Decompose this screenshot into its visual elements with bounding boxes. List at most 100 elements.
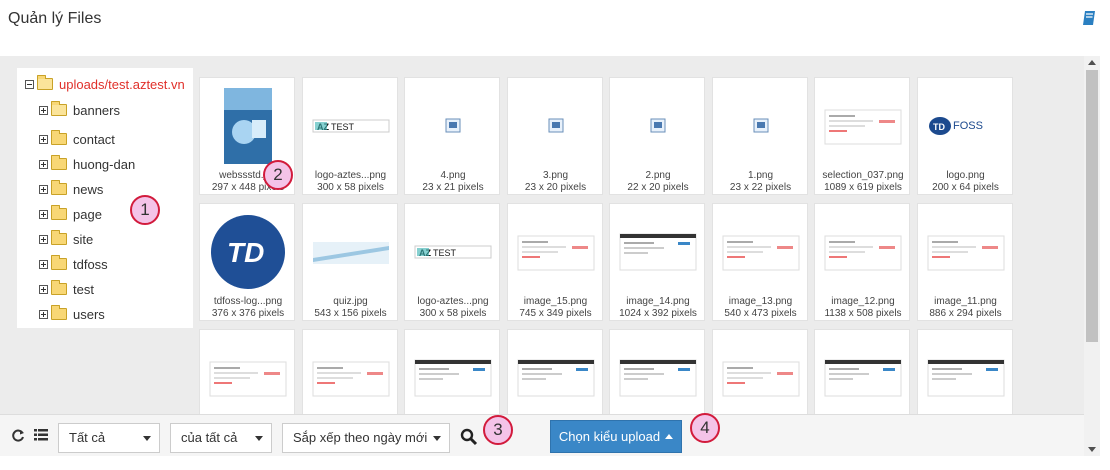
file-thumbnail[interactable]: TD tdfoss-log...png 376 x 376 pixels — [199, 203, 295, 321]
file-thumbnail[interactable]: image_15.png 745 x 349 pixels — [506, 203, 603, 321]
sort-select[interactable]: Sắp xếp theo ngày mới — [282, 423, 450, 453]
caret-up-icon — [665, 434, 674, 439]
tree-item-label: site — [73, 231, 94, 247]
file-dimensions: 886 x 294 pixels — [929, 308, 1002, 319]
expand-icon[interactable] — [39, 309, 48, 319]
thumbnail-frame — [311, 212, 391, 292]
expand-icon[interactable] — [39, 234, 48, 244]
expand-icon[interactable] — [39, 105, 48, 115]
file-thumbnail[interactable] — [199, 329, 295, 417]
file-name: 4.png — [440, 170, 466, 181]
file-thumbnail[interactable]: image_4.png1366 x 768 pixels — [814, 329, 910, 417]
tree-root-label: uploads/test.aztest.vn — [59, 76, 185, 92]
file-thumbnail[interactable]: image...1026 x 5... — [506, 329, 603, 417]
expand-icon[interactable] — [39, 184, 48, 194]
scroll-thumb[interactable] — [1086, 70, 1098, 342]
file-dimensions: 22 x 20 pixels — [627, 182, 689, 193]
file-thumbnail[interactable]: 3.png 23 x 20 pixels — [506, 77, 603, 195]
file-name: quiz.jpg — [333, 296, 368, 307]
file-name: selection_037.png — [822, 170, 904, 181]
file-thumbnail[interactable]: TD FOSS logo.png 200 x 64 pixels — [916, 77, 1013, 195]
tree-item-label: huong-dan — [73, 156, 136, 172]
owner-select[interactable]: của tất cả — [170, 423, 272, 453]
file-thumbnail[interactable]: image_3.png1348 x 648 pixels — [916, 329, 1013, 417]
thumbnail-frame — [208, 338, 288, 417]
tree-item-contact[interactable]: contact — [39, 129, 115, 149]
file-type-select[interactable]: Tất cả — [58, 423, 160, 453]
file-name: logo-aztes...png — [314, 170, 387, 181]
file-thumbnail[interactable]: 4.png 23 x 21 pixels — [404, 77, 500, 195]
list-icon[interactable] — [34, 429, 48, 441]
upload-button-label: Chọn kiểu upload — [558, 429, 661, 444]
folder-icon — [51, 205, 67, 220]
file-thumbnail[interactable]: image_11.png 886 x 294 pixels — [916, 203, 1013, 321]
search-icon[interactable] — [460, 428, 478, 446]
thumbnail-image: TD — [211, 215, 285, 289]
folder-icon — [51, 305, 67, 320]
svg-text:FOSS: FOSS — [953, 120, 983, 132]
folder-icon — [51, 130, 67, 145]
thumbnail-frame — [823, 212, 903, 292]
folder-icon — [51, 230, 67, 245]
refresh-icon[interactable] — [12, 429, 25, 442]
thumbnail-frame — [721, 212, 801, 292]
tree-root[interactable]: uploads/test.aztest.vn — [25, 74, 185, 94]
folder-open-icon — [37, 75, 53, 90]
thumbnail-image — [517, 359, 594, 397]
thumbnail-frame — [208, 86, 288, 166]
scrollbar[interactable] — [1084, 56, 1100, 456]
collapse-icon[interactable] — [25, 79, 34, 89]
tree-item-users[interactable]: users — [39, 304, 105, 324]
expand-icon[interactable] — [39, 134, 48, 144]
thumbnail-frame — [413, 338, 493, 417]
file-thumbnail[interactable]: quiz.jpg 543 x 156 pixels — [301, 203, 398, 321]
book-icon[interactable] — [1082, 10, 1096, 26]
tree-item-banners[interactable]: banners — [39, 100, 120, 120]
folder-icon — [51, 180, 67, 195]
thumbnail-frame: TD — [208, 212, 288, 292]
file-thumbnail[interactable]: image_14.png 1024 x 392 pixels — [609, 203, 705, 321]
expand-icon[interactable] — [39, 259, 48, 269]
tree-item-huong-dan[interactable]: huong-dan — [39, 154, 135, 174]
file-thumbnail[interactable]: image_12.png 1138 x 508 pixels — [814, 203, 910, 321]
expand-icon[interactable] — [39, 284, 48, 294]
thumbnail-image — [224, 88, 272, 164]
thumbnail-image — [824, 235, 902, 271]
file-thumbnail[interactable]: AZTEST logo-aztes...png300 x 58 pixels — [404, 203, 500, 321]
file-thumbnail[interactable]: AZTEST logo-aztes...png300 x 58 pixels — [301, 77, 398, 195]
thumbnail-frame — [413, 86, 493, 166]
file-thumbnail[interactable]: image_13.png 540 x 473 pixels — [711, 203, 808, 321]
file-dimensions: 376 x 376 pixels — [211, 308, 285, 319]
svg-text:TEST: TEST — [433, 248, 457, 258]
file-thumbnail[interactable]: ...8.png...68 pixels — [404, 329, 500, 417]
tree-item-label: news — [73, 181, 104, 197]
file-thumbnail[interactable]: image_5.png1136 x 416 pixels — [711, 329, 808, 417]
file-thumbnail[interactable]: 1.png 23 x 22 pixels — [711, 77, 808, 195]
file-thumbnail[interactable] — [301, 329, 398, 417]
thumbnail-frame — [618, 86, 698, 166]
owner-value: của tất cả — [181, 430, 238, 445]
upload-type-button[interactable]: Chọn kiểu upload — [550, 420, 682, 453]
folder-tree: uploads/test.aztest.vn banners contact huo… — [17, 68, 193, 328]
thumbnail-image — [927, 235, 1004, 271]
tree-item-tdfoss[interactable]: tdfoss — [39, 254, 108, 274]
expand-icon[interactable] — [39, 209, 48, 219]
thumbnail-frame — [311, 338, 391, 417]
page-title: Quản lý Files — [8, 10, 102, 27]
expand-icon[interactable] — [39, 159, 48, 169]
tree-item-page[interactable]: page — [39, 204, 102, 224]
thumbnail-frame — [516, 86, 596, 166]
thumbnail-frame — [516, 338, 596, 417]
thumbnail-frame: TD FOSS — [926, 86, 1006, 166]
tree-item-site[interactable]: site — [39, 229, 93, 249]
folder-icon — [51, 101, 67, 116]
tree-item-news[interactable]: news — [39, 179, 103, 199]
scroll-up-arrow[interactable] — [1088, 60, 1096, 65]
file-thumbnail[interactable]: 2.png 22 x 20 pixels — [609, 77, 705, 195]
file-thumbnail[interactable]: selection_037.png 1089 x 619 pixels — [814, 77, 910, 195]
scroll-down-arrow[interactable] — [1088, 447, 1096, 452]
tree-item-test[interactable]: test — [39, 279, 94, 299]
thumbnail-image — [414, 359, 492, 397]
file-thumbnail[interactable] — [609, 329, 705, 417]
file-dimensions: 1089 x 619 pixels — [824, 182, 902, 193]
